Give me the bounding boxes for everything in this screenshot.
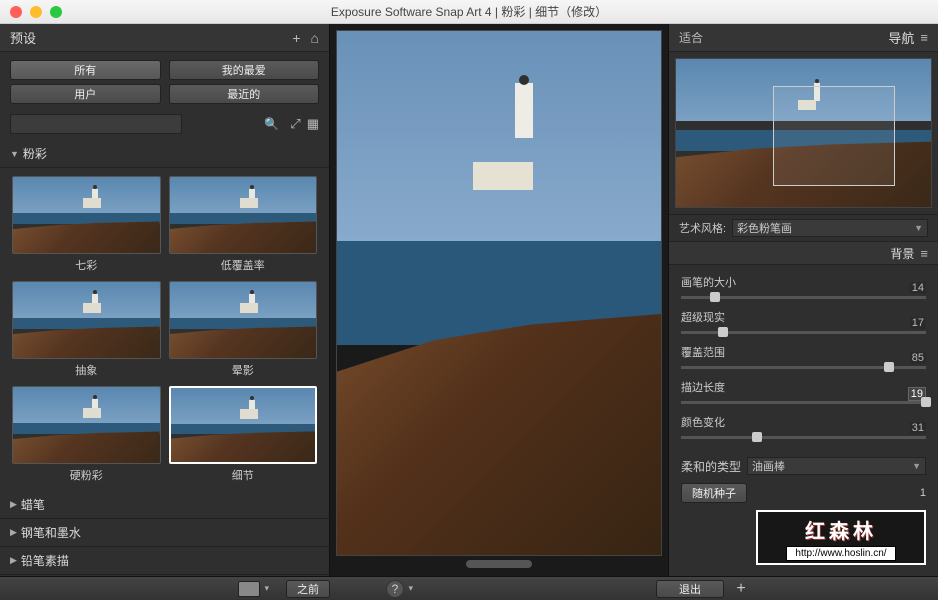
slider-track[interactable]: 85 [681,366,926,369]
seed-row: 随机种子 1 [669,479,938,507]
search-row: 🔍 ⤢ ▦ [0,108,329,140]
tab-favorites[interactable]: 我的最爱 [169,60,320,80]
add-icon[interactable]: + [732,580,750,598]
presets-panel: 预设 + ⌂ 所有 我的最爱 用户 最近的 🔍 ⤢ ▦ ▼ 粉彩 [0,24,330,576]
slider-4: 颜色变化31 [681,414,926,439]
search-input[interactable] [10,114,182,134]
home-icon[interactable]: ⌂ [311,30,319,46]
slider-2: 覆盖范围85 [681,344,926,369]
main-preview[interactable] [336,30,662,556]
traffic-lights [10,6,62,18]
slider-3: 描边长度 19 [681,379,926,404]
slider-value: 31 [910,422,926,434]
slider-label: 颜色变化 [681,414,926,430]
slider-track[interactable]: 14 [681,296,926,299]
preset-low-coverage[interactable]: 低覆盖率 [169,176,318,273]
slider-thumb[interactable] [718,327,728,337]
slider-1: 超级现实17 [681,309,926,334]
sliders-group: 画笔的大小14超级现实17覆盖范围85描边长度19颜色变化31 [669,265,938,453]
collapse-view-icon[interactable]: ⤢ [290,116,300,132]
help-icon[interactable]: ? [386,580,404,598]
add-preset-icon[interactable]: + [292,30,300,46]
tab-user[interactable]: 用户 [10,84,161,104]
random-seed-button[interactable]: 随机种子 [681,483,747,503]
slider-thumb[interactable] [921,397,931,407]
category-pen-ink[interactable]: ▶钢笔和墨水 [0,519,329,547]
window-titlebar: Exposure Software Snap Art 4 | 粉彩 | 细节（修… [0,0,938,24]
art-style-select[interactable]: 彩色粉笔画 ▼ [732,219,928,237]
slider-track[interactable]: 17 [681,331,926,334]
soft-type-label: 柔和的类型 [681,458,741,475]
slider-track[interactable]: 19 [681,401,926,404]
navigator-thumbnail[interactable] [675,58,932,208]
slider-label: 覆盖范围 [681,344,926,360]
slider-label: 描边长度 [681,379,926,395]
category-pastels[interactable]: ▼ 粉彩 [0,140,329,168]
preset-thumbs: 七彩 低覆盖率 抽象 晕影 硬粉彩 [0,168,329,491]
navigator-viewport-rect[interactable] [773,86,895,187]
fit-label[interactable]: 适合 [679,29,888,46]
category-crayon[interactable]: ▶蜡笔 [0,491,329,519]
nav-menu-icon[interactable]: ≡ [920,30,928,45]
slider-value: 17 [910,317,926,329]
slider-thumb[interactable] [710,292,720,302]
tab-recent[interactable]: 最近的 [169,84,320,104]
slider-value: 14 [910,282,926,294]
chevron-right-icon: ▶ [10,499,17,510]
window-title: Exposure Software Snap Art 4 | 粉彩 | 细节（修… [331,3,607,20]
preset-colorful[interactable]: 七彩 [12,176,161,273]
seed-value: 1 [920,487,926,499]
preview-panel [330,24,668,576]
preset-abstract[interactable]: 抽象 [12,281,161,378]
close-icon[interactable] [10,6,22,18]
preview-scrollbar[interactable] [336,558,662,570]
watermark-url: http://www.hoslin.cn/ [786,546,895,561]
art-style-label: 艺术风格: [679,220,726,236]
slider-value: 85 [910,352,926,364]
slider-thumb[interactable] [752,432,762,442]
art-style-row: 艺术风格: 彩色粉笔画 ▼ [669,214,938,241]
preset-tree[interactable]: ▼ 粉彩 七彩 低覆盖率 抽象 晕影 [0,140,329,576]
search-icon[interactable]: 🔍 [264,117,279,131]
controls-panel: 适合 导航 ≡ 艺术风格: 彩色粉笔画 ▼ 背景 ≡ 画笔的大小14超级现实17… [668,24,938,576]
background-color-swatch[interactable] [238,581,260,597]
slider-thumb[interactable] [884,362,894,372]
chevron-right-icon: ▶ [10,527,17,538]
preset-filter-tabs: 所有 我的最爱 用户 最近的 [0,52,329,108]
watermark-text: 红森林 [805,515,877,544]
grid-view-icon[interactable]: ▦ [307,116,319,132]
before-button[interactable]: 之前 [286,580,330,598]
slider-label: 画笔的大小 [681,274,926,290]
preset-detail[interactable]: 细节 [169,386,318,483]
watermark: 红森林 http://www.hoslin.cn/ [756,510,926,565]
chevron-right-icon: ▶ [10,555,17,566]
nav-header: 适合 导航 ≡ [669,24,938,52]
chevron-down-icon: ▼ [10,149,19,159]
chevron-down-icon: ▼ [914,223,923,233]
soft-type-select[interactable]: 油画棒 ▼ [747,457,926,475]
preset-vignette[interactable]: 晕影 [169,281,318,378]
soft-type-row: 柔和的类型 油画棒 ▼ [669,453,938,479]
presets-header: 预设 + ⌂ [0,24,329,52]
slider-label: 超级现实 [681,309,926,325]
chevron-down-icon: ▼ [912,461,921,471]
category-stylize[interactable]: ▶风格化 [0,575,329,576]
bottom-toolbar: 之前 ? 退出 + [0,576,938,600]
slider-track[interactable]: 31 [681,436,926,439]
presets-title: 预设 [10,28,282,47]
exit-button[interactable]: 退出 [656,580,724,598]
category-pencil[interactable]: ▶铅笔素描 [0,547,329,575]
section-menu-icon[interactable]: ≡ [920,246,928,261]
preset-hard-pastel[interactable]: 硬粉彩 [12,386,161,483]
maximize-icon[interactable] [50,6,62,18]
background-section-header[interactable]: 背景 ≡ [669,241,938,265]
slider-0: 画笔的大小14 [681,274,926,299]
tab-all[interactable]: 所有 [10,60,161,80]
minimize-icon[interactable] [30,6,42,18]
